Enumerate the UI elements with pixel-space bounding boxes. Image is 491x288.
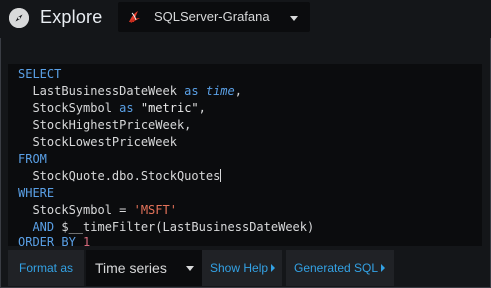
datasource-picker[interactable]: SQLServer-Grafana <box>118 2 310 32</box>
code-line-7: StockQuote.dbo.StockQuotes <box>18 168 222 184</box>
code-line-8: WHERE <box>18 185 54 201</box>
keyword-where: WHERE <box>18 186 55 200</box>
column-identifier: StockSymbol = <box>32 203 134 217</box>
code-line-2: LastBusinessDateWeek as time, <box>18 83 242 99</box>
show-help-label: Show Help <box>210 261 269 275</box>
compass-icon <box>9 8 29 28</box>
code-line-5: StockLowestPriceWeek <box>18 134 177 150</box>
keyword-from: FROM <box>18 152 47 166</box>
keyword-and: AND <box>32 220 62 234</box>
code-line-3: StockSymbol as "metric", <box>18 100 206 116</box>
caret-right-icon <box>271 264 276 272</box>
keyword-as: as <box>119 101 141 115</box>
time-filter-macro: $__timeFilter(LastBusinessDateWeek) <box>61 220 315 234</box>
generated-sql-button[interactable]: Generated SQL <box>286 250 394 286</box>
chevron-down-icon <box>186 266 194 271</box>
number-literal: 1 <box>83 235 91 249</box>
column-identifier: StockHighestPriceWeek, <box>32 118 192 132</box>
code-line-10: AND $__timeFilter(LastBusinessDateWeek) <box>18 219 314 235</box>
format-as-select[interactable]: Time series <box>86 250 204 286</box>
alias-metric: "metric" <box>140 101 199 115</box>
caret-right-icon <box>381 264 386 272</box>
format-as-label: Format as <box>8 250 84 286</box>
code-line-11: ORDER BY 1 <box>18 234 90 250</box>
code-line-9: StockSymbol = 'MSFT' <box>18 202 177 218</box>
explore-header: Explore SQLServer-Grafana <box>0 0 491 38</box>
sqlserver-icon <box>126 9 142 25</box>
column-identifier: StockSymbol <box>32 101 120 115</box>
sql-query-editor[interactable]: SELECT LastBusinessDateWeek as time, Sto… <box>8 64 482 249</box>
alias-time: time <box>205 84 235 98</box>
comma: , <box>198 101 206 115</box>
text-cursor <box>220 169 222 182</box>
datasource-label: SQLServer-Grafana <box>154 9 270 24</box>
column-identifier: LastBusinessDateWeek <box>32 84 185 98</box>
page-title: Explore <box>40 7 103 27</box>
keyword-select: SELECT <box>18 67 62 81</box>
format-as-value: Time series <box>95 260 167 276</box>
code-line-4: StockHighestPriceWeek, <box>18 117 191 133</box>
column-identifier: StockLowestPriceWeek <box>32 135 177 149</box>
comma: , <box>234 84 242 98</box>
code-line-6: FROM <box>18 151 47 167</box>
chevron-down-icon <box>290 16 298 21</box>
show-help-button[interactable]: Show Help <box>202 250 282 286</box>
generated-sql-label: Generated SQL <box>294 261 379 275</box>
keyword-as: as <box>184 84 206 98</box>
string-literal: 'MSFT' <box>133 203 177 217</box>
query-toolbar: Format as Time series Show Help Generate… <box>8 250 482 286</box>
code-line-1: SELECT <box>18 66 61 82</box>
table-identifier: StockQuote.dbo.StockQuotes <box>32 169 221 183</box>
keyword-order-by: ORDER BY <box>18 235 84 249</box>
